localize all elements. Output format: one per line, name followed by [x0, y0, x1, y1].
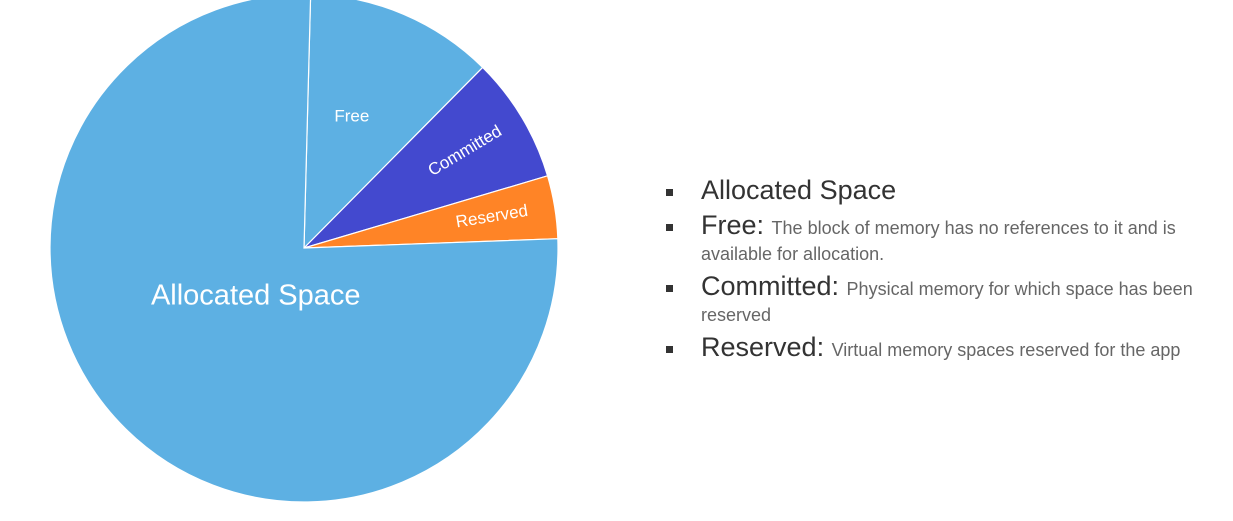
legend-description: Virtual memory spaces reserved for the a… — [831, 340, 1181, 360]
legend-separator: : — [816, 332, 832, 362]
legend-description: The block of memory has no references to… — [701, 218, 1176, 264]
legend-list: Allocated Space Free: The block of memor… — [664, 175, 1224, 370]
legend-item-committed: Committed: Physical memory for which spa… — [664, 271, 1224, 329]
pie-chart: FreeCommittedReservedAllocated Space — [49, 0, 559, 503]
legend-term: Free — [701, 210, 757, 240]
legend-separator: : — [756, 210, 772, 240]
legend-term: Allocated Space — [701, 175, 897, 205]
legend-separator: : — [831, 271, 847, 301]
legend-term: Reserved — [701, 332, 817, 362]
bullet-square-icon — [666, 285, 673, 292]
legend-item-reserved: Reserved: Virtual memory spaces reserved… — [664, 332, 1224, 364]
legend-item-allocated-space: Allocated Space — [664, 175, 1224, 207]
slice-label-free: Free — [334, 107, 369, 126]
bullet-square-icon — [666, 224, 673, 231]
slice-label-allocated-space: Allocated Space — [151, 279, 361, 311]
bullet-square-icon — [666, 346, 673, 353]
legend-item-free: Free: The block of memory has no referen… — [664, 210, 1224, 268]
legend-term: Committed — [701, 271, 832, 301]
bullet-square-icon — [666, 189, 673, 196]
